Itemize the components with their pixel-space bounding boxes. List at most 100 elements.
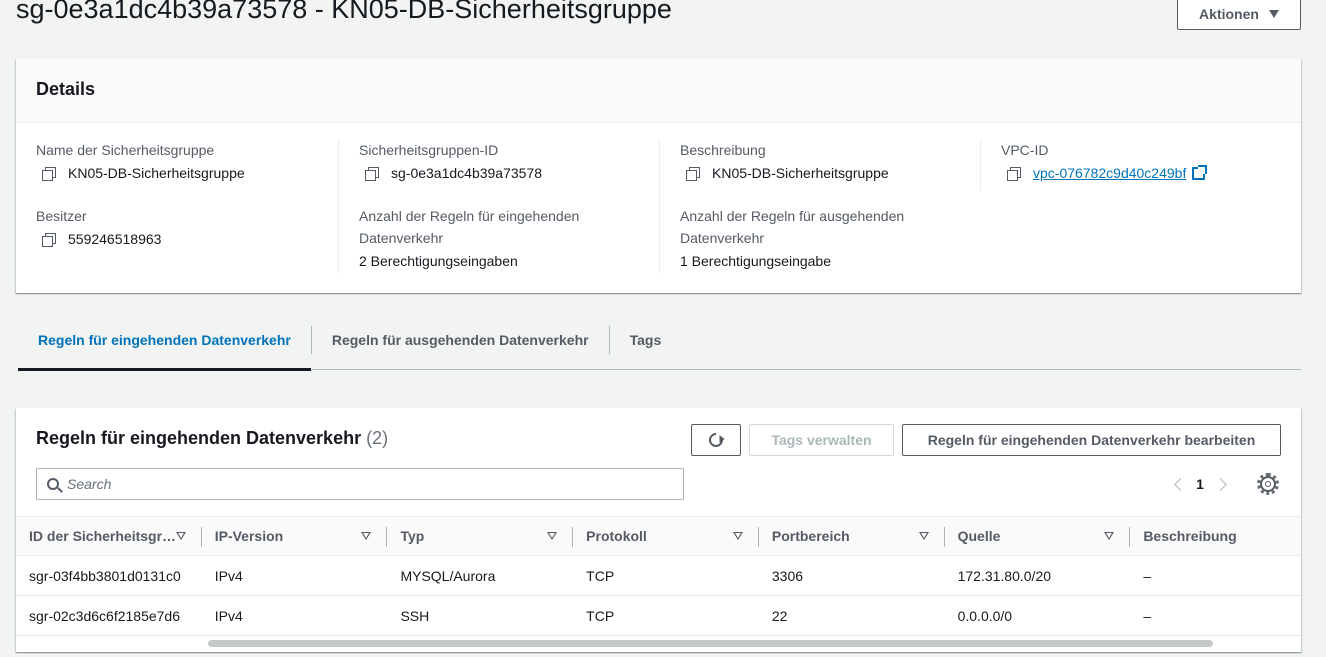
- column-header-port-range[interactable]: Portbereich: [759, 517, 945, 555]
- cell-source: 172.31.80.0/20: [957, 567, 1052, 584]
- next-page-button[interactable]: [1206, 472, 1234, 496]
- name-field: Name der Sicherheitsgruppe KN05-DB-Siche…: [36, 139, 336, 185]
- cell-rule-id: sgr-03f4bb3801d0131c0: [29, 567, 181, 584]
- previous-page-button[interactable]: [1166, 472, 1194, 496]
- caret-down-icon: [1268, 10, 1279, 18]
- sort-icon: [361, 532, 372, 540]
- sort-icon: [547, 532, 558, 540]
- name-value: KN05-DB-Sicherheitsgruppe: [68, 165, 245, 181]
- cell-protocol: TCP: [586, 567, 615, 584]
- actions-button[interactable]: Aktionen: [1177, 0, 1301, 30]
- column-header-source[interactable]: Quelle: [945, 517, 1131, 555]
- sort-icon: [732, 532, 743, 540]
- sg-id-field: Sicherheitsgruppen-ID sg-0e3a1dc4b39a735…: [359, 139, 658, 185]
- sort-icon: [175, 532, 186, 540]
- horizontal-scrollbar[interactable]: [208, 640, 1213, 647]
- column-header-type[interactable]: Typ: [387, 517, 574, 555]
- tab-outbound-rules[interactable]: Regeln für ausgehenden Datenverkehr: [312, 320, 609, 369]
- column-label: ID der Sicherheitsgruppenregel: [29, 528, 179, 544]
- column-label: Portbereich: [771, 528, 850, 544]
- chevron-left-icon: [1173, 477, 1187, 491]
- cell-port-range: 3306: [771, 567, 804, 584]
- tab-inbound-rules[interactable]: Regeln für eingehenden Datenverkehr: [18, 320, 311, 371]
- page-title: sg-0e3a1dc4b39a73578 - KN05-DB-Sicherhei…: [16, 0, 672, 24]
- column-header-ip-version[interactable]: IP-Version: [202, 517, 388, 555]
- vpc-id-field: VPC-ID vpc-076782c9d40c249bf: [1001, 139, 1280, 185]
- security-group-page: sg-0e3a1dc4b39a73578 - KN05-DB-Sicherhei…: [0, 0, 1326, 657]
- column-header-protocol[interactable]: Protokoll: [573, 517, 759, 555]
- sg-id-label: Sicherheitsgruppen-ID: [359, 142, 499, 158]
- column-label: Protokoll: [586, 528, 647, 544]
- details-column-4: VPC-ID vpc-076782c9d40c249bf: [980, 139, 1280, 191]
- table-header: ID der Sicherheitsgruppenregel IP-Versio…: [16, 516, 1301, 556]
- cell-ip-version: IPv4: [214, 607, 243, 624]
- copy-icon[interactable]: [1001, 163, 1023, 183]
- gear-icon[interactable]: [1257, 473, 1279, 495]
- cell-source: 0.0.0.0/0: [957, 607, 1013, 624]
- refresh-icon: [706, 430, 726, 450]
- actions-label: Aktionen: [1199, 6, 1259, 22]
- table-row[interactable]: sgr-02c3d6c6f2185e7d6 IPv4 SSH TCP 22 0.…: [16, 596, 1301, 636]
- vpc-id-label: VPC-ID: [1001, 142, 1049, 158]
- owner-label: Besitzer: [36, 208, 87, 224]
- description-label: Beschreibung: [680, 142, 766, 158]
- details-panel: Details Name der Sicherheitsgruppe KN05-…: [16, 59, 1301, 293]
- outbound-count-field: Anzahl der Regeln für ausgehenden Datenv…: [680, 205, 979, 273]
- sg-id-value: sg-0e3a1dc4b39a73578: [391, 165, 543, 181]
- owner-value: 559246518963: [68, 231, 162, 247]
- column-header-rule-id[interactable]: ID der Sicherheitsgruppenregel: [16, 517, 202, 555]
- cell-description: –: [1143, 607, 1152, 624]
- details-column-3: Beschreibung KN05-DB-Sicherheitsgruppe A…: [659, 139, 979, 273]
- inbound-count-field: Anzahl der Regeln für eingehenden Datenv…: [359, 205, 658, 273]
- sort-icon: [1104, 532, 1115, 540]
- refresh-button[interactable]: [691, 424, 741, 456]
- column-label: Typ: [400, 528, 425, 544]
- description-field: Beschreibung KN05-DB-Sicherheitsgruppe: [680, 139, 979, 185]
- inbound-count-label: Anzahl der Regeln für eingehenden Datenv…: [359, 208, 580, 246]
- cell-protocol: TCP: [586, 607, 615, 624]
- name-label: Name der Sicherheitsgruppe: [36, 142, 215, 158]
- outbound-count-label: Anzahl der Regeln für ausgehenden Datenv…: [680, 208, 905, 246]
- table-row[interactable]: sgr-03f4bb3801d0131c0 IPv4 MYSQL/Aurora …: [16, 556, 1301, 596]
- sort-icon: [918, 532, 929, 540]
- details-column-2: Sicherheitsgruppen-ID sg-0e3a1dc4b39a735…: [338, 139, 658, 273]
- rules-heading: Regeln für eingehenden Datenverkehr (2): [36, 428, 388, 449]
- details-header: Details: [16, 59, 1301, 123]
- tab-bar: Regeln für eingehenden Datenverkehr Rege…: [18, 320, 1301, 371]
- inbound-count-value: 2 Berechtigungseingaben: [359, 253, 518, 269]
- copy-icon[interactable]: [680, 163, 702, 183]
- chevron-right-icon: [1213, 477, 1227, 491]
- cell-rule-id: sgr-02c3d6c6f2185e7d6: [29, 607, 181, 624]
- description-value: KN05-DB-Sicherheitsgruppe: [712, 165, 889, 181]
- search-field: [36, 468, 684, 500]
- outbound-count-value: 1 Berechtigungseingabe: [680, 253, 832, 269]
- cell-type: SSH: [400, 607, 430, 624]
- copy-icon[interactable]: [359, 163, 381, 183]
- inbound-rules-panel: Regeln für eingehenden Datenverkehr (2) …: [16, 408, 1301, 652]
- page-number[interactable]: 1: [1194, 476, 1206, 492]
- rules-count: (2): [366, 428, 389, 448]
- pagination: 1: [1166, 472, 1234, 496]
- rules-table: ID der Sicherheitsgruppenregel IP-Versio…: [16, 516, 1301, 636]
- column-label: Beschreibung: [1143, 528, 1237, 544]
- details-column-1: Name der Sicherheitsgruppe KN05-DB-Siche…: [36, 139, 336, 279]
- external-link-icon: [1192, 164, 1208, 180]
- manage-tags-button[interactable]: Tags verwalten: [749, 424, 894, 456]
- column-label: IP-Version: [214, 528, 284, 544]
- search-input[interactable]: [67, 476, 667, 492]
- tab-tags[interactable]: Tags: [610, 320, 682, 369]
- column-header-description[interactable]: Beschreibung: [1130, 517, 1301, 555]
- cell-type: MYSQL/Aurora: [400, 567, 496, 584]
- cell-port-range: 22: [771, 607, 788, 624]
- copy-icon[interactable]: [36, 229, 58, 249]
- search-icon: [47, 478, 59, 490]
- owner-field: Besitzer 559246518963: [36, 205, 336, 251]
- cell-description: –: [1143, 567, 1152, 584]
- cell-ip-version: IPv4: [214, 567, 243, 584]
- copy-icon[interactable]: [36, 163, 58, 183]
- edit-inbound-rules-button[interactable]: Regeln für eingehenden Datenverkehr bear…: [902, 424, 1281, 456]
- vpc-id-link[interactable]: vpc-076782c9d40c249bf: [1033, 161, 1186, 185]
- rules-heading-text: Regeln für eingehenden Datenverkehr: [36, 428, 362, 448]
- column-label: Quelle: [957, 528, 1001, 544]
- details-heading: Details: [36, 79, 96, 99]
